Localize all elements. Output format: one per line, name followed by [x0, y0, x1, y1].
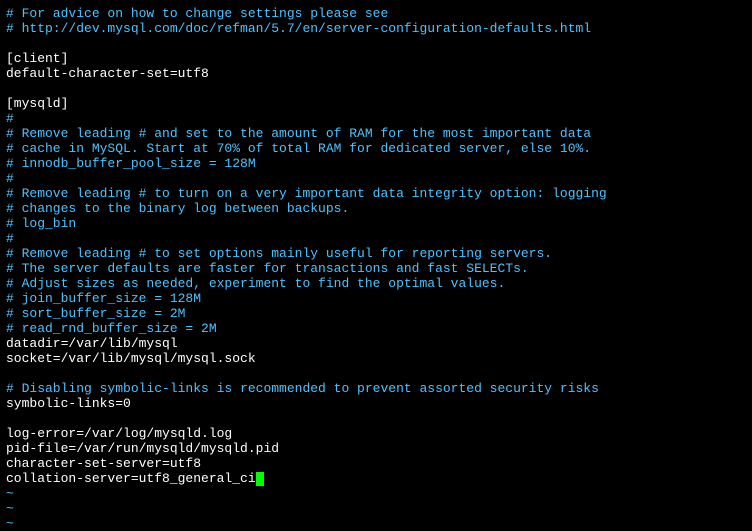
config-directive: log-error=/var/log/mysqld.log: [6, 426, 746, 441]
config-comment-line: # log_bin: [6, 216, 746, 231]
config-comment-line: # Disabling symbolic-links is recommende…: [6, 381, 746, 396]
config-section-mysqld: [mysqld]: [6, 96, 746, 111]
config-comment-line: # For advice on how to change settings p…: [6, 6, 746, 21]
config-directive: pid-file=/var/run/mysqld/mysqld.pid: [6, 441, 746, 456]
config-comment-line: # Remove leading # and set to the amount…: [6, 126, 746, 141]
config-comment-line: # Adjust sizes as needed, experiment to …: [6, 276, 746, 291]
current-edit-line[interactable]: collation-server=utf8_general_ci: [6, 471, 746, 486]
config-directive-text: collation-server=utf8_general_ci: [6, 471, 256, 486]
blank-line: [6, 366, 746, 381]
config-comment-line: #: [6, 171, 746, 186]
config-section-client: [client]: [6, 51, 746, 66]
blank-line: [6, 411, 746, 426]
config-comment-line: #: [6, 231, 746, 246]
config-comment-line: # changes to the binary log between back…: [6, 201, 746, 216]
config-comment-line: # Remove leading # to set options mainly…: [6, 246, 746, 261]
config-directive: socket=/var/lib/mysql/mysql.sock: [6, 351, 746, 366]
config-directive: datadir=/var/lib/mysql: [6, 336, 746, 351]
config-comment-line: # The server defaults are faster for tra…: [6, 261, 746, 276]
cursor-icon: [256, 472, 264, 486]
config-comment-line: # http://dev.mysql.com/doc/refman/5.7/en…: [6, 21, 746, 36]
vim-empty-line: ~: [6, 516, 746, 531]
blank-line: [6, 36, 746, 51]
config-comment-line: # sort_buffer_size = 2M: [6, 306, 746, 321]
config-comment-line: # join_buffer_size = 128M: [6, 291, 746, 306]
config-comment-line: # innodb_buffer_pool_size = 128M: [6, 156, 746, 171]
config-comment-line: #: [6, 111, 746, 126]
vim-empty-line: ~: [6, 501, 746, 516]
config-directive: character-set-server=utf8: [6, 456, 746, 471]
config-directive: default-character-set=utf8: [6, 66, 746, 81]
config-directive: symbolic-links=0: [6, 396, 746, 411]
config-comment-line: # Remove leading # to turn on a very imp…: [6, 186, 746, 201]
config-comment-line: # cache in MySQL. Start at 70% of total …: [6, 141, 746, 156]
config-comment-line: # read_rnd_buffer_size = 2M: [6, 321, 746, 336]
vim-empty-line: ~: [6, 486, 746, 501]
blank-line: [6, 81, 746, 96]
